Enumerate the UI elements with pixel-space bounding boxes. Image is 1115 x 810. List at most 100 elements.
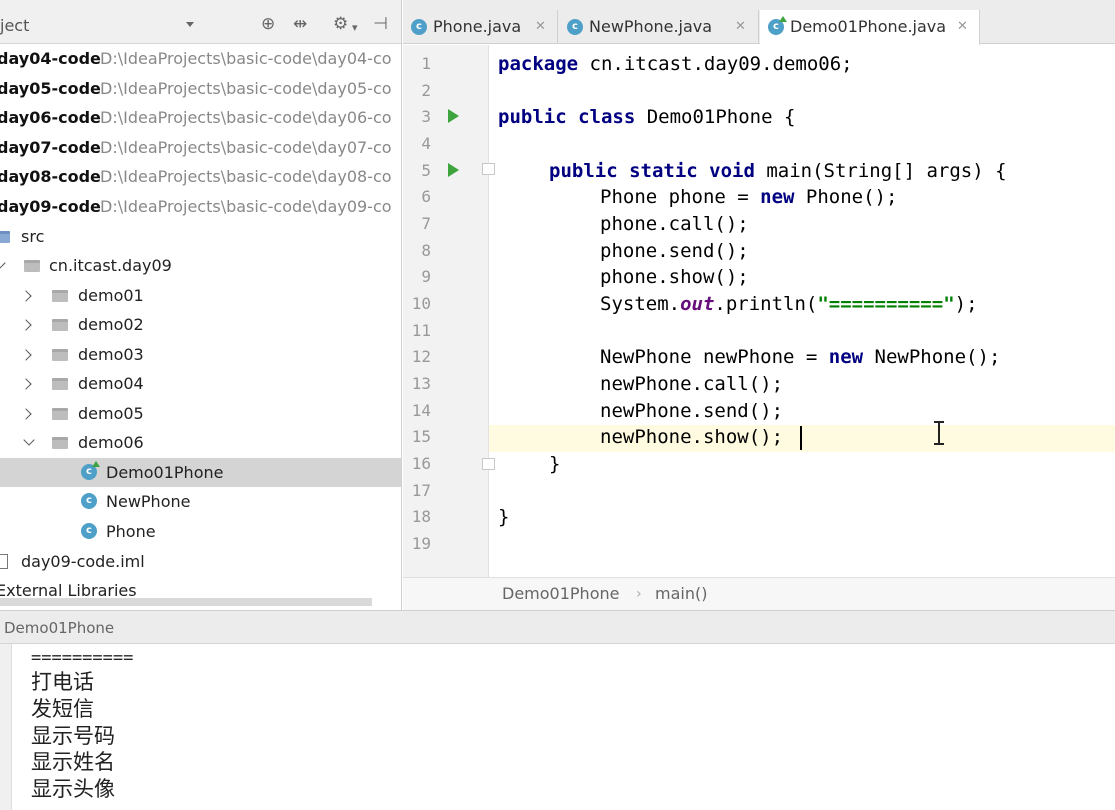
hide-panel-icon[interactable]: ⊣ [373,14,388,34]
code-line-14: newPhone.send(); [600,400,784,422]
project-panel-header: ject ⊕ ⇹ ⚙ ▾ ⊣ [0,0,401,44]
module-name: day05-code [0,79,101,98]
tab-label: Phone.java [433,17,522,36]
collapse-arrow-icon[interactable] [20,349,32,361]
tree-item-package-demo02[interactable]: demo02 [0,310,401,339]
fold-icon[interactable] [482,458,495,470]
java-class-icon: c [81,461,100,480]
tree-item-package-demo05[interactable]: demo05 [0,399,401,428]
java-class-icon: c [411,19,427,35]
console-line: 显示姓名 [31,750,115,774]
module-name: day08-code [0,167,101,186]
tree-item-module[interactable]: day05-code D:\IdeaProjects\basic-code\da… [0,74,401,103]
line-number: 8 [421,241,431,260]
breadcrumb-item-class[interactable]: Demo01Phone [502,578,619,610]
tree-label: NewPhone [106,492,191,511]
gear-dropdown-icon[interactable]: ▾ [352,18,358,38]
module-name: day06-code [0,108,101,127]
string-literal: "==========" [817,293,955,315]
tree-item-package-demo01[interactable]: demo01 [0,281,401,310]
code-text: ); [954,293,978,315]
tree-item-package-demo06[interactable]: demo06 [0,428,401,457]
close-icon[interactable]: ✕ [735,10,746,44]
code-line-10: System.out.println("=========="); [600,291,978,317]
code-line-6: Phone phone = new Phone(); [600,184,897,210]
tree-item-package-demo03[interactable]: demo03 [0,340,401,369]
tree-label: demo04 [78,374,144,393]
console-line: ========== [31,648,134,668]
code-text: main(String[] args) { [754,160,1007,182]
close-icon[interactable]: ✕ [535,10,546,44]
run-console[interactable]: ========== 打电话 发短信 显示号码 显示姓名 显示头像 [13,644,1115,810]
code-text: .println( [714,293,818,315]
tree-label: src [21,227,45,246]
tab-demo01phone-java[interactable]: c Demo01Phone.java ✕ [760,10,980,45]
collapse-arrow-icon[interactable] [20,408,32,420]
tree-item-module[interactable]: day08-code D:\IdeaProjects\basic-code\da… [0,162,401,191]
run-main-icon[interactable] [448,163,459,177]
horizontal-scrollbar[interactable] [0,598,372,606]
line-number: 13 [411,374,431,393]
code-editor[interactable]: 1 2 3 4 5 6 7 8 9 10 11 12 13 14 15 16 1… [403,45,1115,577]
collapse-arrow-icon[interactable] [20,378,32,390]
module-path: D:\IdeaProjects\basic-code\day06-co [100,108,392,127]
code-line-18: } [498,506,510,528]
tree-item-class-phone[interactable]: c Phone [0,517,401,546]
tree-item-module[interactable]: day06-code D:\IdeaProjects\basic-code\da… [0,103,401,132]
code-text: Phone phone = [600,186,761,208]
locate-target-icon[interactable]: ⊕ [261,14,275,34]
code-text: NewPhone newPhone = [600,346,829,368]
tab-phone-java[interactable]: c Phone.java ✕ [403,10,558,44]
module-path: D:\IdeaProjects\basic-code\day04-co [100,49,392,68]
collapse-arrow-icon[interactable] [20,290,32,302]
module-path: D:\IdeaProjects\basic-code\day07-co [100,138,392,157]
module-name: day09-code [0,197,101,216]
line-number: 18 [411,507,431,526]
chevron-down-icon[interactable] [186,22,194,27]
module-path: D:\IdeaProjects\basic-code\day08-co [100,167,392,186]
expand-arrow-icon[interactable] [23,434,35,446]
tab-label: Demo01Phone.java [790,17,947,36]
tree-label: demo06 [78,433,144,452]
keyword: public static void [549,160,755,182]
collapse-all-icon[interactable]: ⇹ [293,14,307,34]
fold-icon[interactable] [482,163,495,175]
run-tab-title[interactable]: Demo01Phone [4,619,114,637]
code-text: Demo01Phone { [635,106,796,128]
tree-item-iml[interactable]: day09-code.iml [0,547,401,576]
tree-label: day09-code.iml [21,552,145,571]
expand-arrow-icon[interactable] [0,257,6,269]
line-number: 9 [421,267,431,286]
line-number: 11 [411,321,431,340]
tab-newphone-java[interactable]: c NewPhone.java ✕ [559,10,759,44]
package-folder-icon [52,437,68,449]
run-class-icon[interactable] [448,109,459,123]
editor-gutter: 1 2 3 4 5 6 7 8 9 10 11 12 13 14 15 16 1… [403,45,495,577]
close-icon[interactable]: ✕ [957,10,968,44]
collapse-arrow-icon[interactable] [20,319,32,331]
tree-item-module[interactable]: day07-code D:\IdeaProjects\basic-code\da… [0,133,401,162]
tree-item-module[interactable]: day09-code D:\IdeaProjects\basic-code\da… [0,192,401,221]
run-badge-icon [92,461,100,467]
line-number: 6 [421,187,431,206]
project-panel-title[interactable]: ject [0,16,29,35]
mouse-ibeam-cursor-icon [934,421,944,445]
tree-item-src[interactable]: src [0,222,401,251]
line-number: 4 [421,134,431,153]
code-line-3: public class Demo01Phone { [498,104,795,130]
run-toolbar [0,644,12,810]
breadcrumb-item-method[interactable]: main() [655,578,707,610]
tree-item-package-demo04[interactable]: demo04 [0,369,401,398]
run-badge-icon [779,16,787,22]
line-number: 7 [421,214,431,233]
line-number: 17 [411,481,431,500]
java-class-icon: c [81,523,97,539]
tree-item-class-newphone[interactable]: c NewPhone [0,487,401,516]
code-line-12: NewPhone newPhone = new NewPhone(); [600,344,1000,370]
breadcrumb-separator-icon: › [636,586,642,602]
line-number: 14 [411,401,431,420]
gear-icon[interactable]: ⚙ [333,14,348,34]
tree-item-module[interactable]: day04-code D:\IdeaProjects\basic-code\da… [0,44,401,73]
tree-item-package[interactable]: cn.itcast.day09 [0,251,401,280]
tree-item-class-demo01phone[interactable]: c Demo01Phone [0,458,401,487]
